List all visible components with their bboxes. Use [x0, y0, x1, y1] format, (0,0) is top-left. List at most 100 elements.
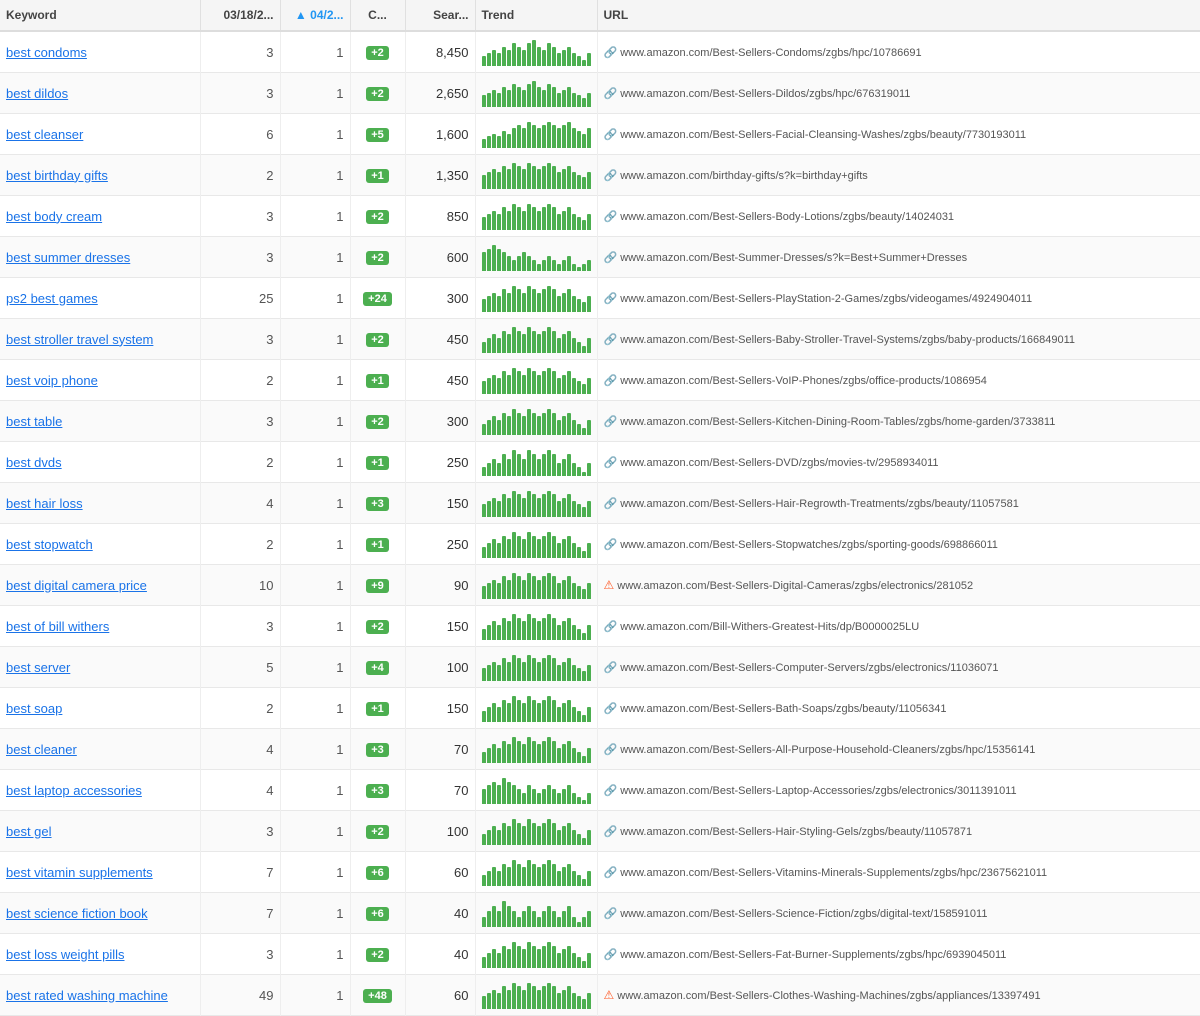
- url-text[interactable]: www.amazon.com/birthday-gifts/s?k=birthd…: [620, 170, 868, 182]
- trend-bar: [527, 491, 531, 517]
- url-text[interactable]: www.amazon.com/Best-Sellers-DVD/zgbs/mov…: [620, 457, 938, 469]
- trend-bar: [587, 748, 591, 763]
- keyword-link[interactable]: best hair loss: [6, 496, 83, 511]
- cur-rank: 1: [280, 73, 350, 114]
- trend-bar: [567, 700, 571, 722]
- url-text[interactable]: www.amazon.com/Best-Sellers-Digital-Came…: [617, 580, 973, 592]
- url-cell: 🔗www.amazon.com/Best-Sellers-Hair-Stylin…: [597, 811, 1200, 852]
- keyword-link[interactable]: best birthday gifts: [6, 168, 108, 183]
- keyword-link[interactable]: best cleanser: [6, 127, 83, 142]
- trend-bar: [547, 163, 551, 189]
- url-text[interactable]: www.amazon.com/Best-Sellers-Science-Fict…: [620, 908, 987, 920]
- trend-bar: [522, 580, 526, 600]
- keyword-link[interactable]: best of bill withers: [6, 619, 109, 634]
- header-trend[interactable]: Trend: [475, 0, 597, 31]
- trend-bar: [507, 621, 511, 640]
- trend-bar: [502, 494, 506, 517]
- change-badge: +5: [366, 128, 389, 142]
- keyword-link[interactable]: best rated washing machine: [6, 988, 168, 1003]
- keyword-link[interactable]: best gel: [6, 824, 52, 839]
- url-text[interactable]: www.amazon.com/Best-Sellers-Bath-Soaps/z…: [620, 703, 946, 715]
- url-text[interactable]: www.amazon.com/Best-Sellers-Body-Lotions…: [620, 211, 954, 223]
- keyword-link[interactable]: best summer dresses: [6, 250, 130, 265]
- trend-bar: [567, 494, 571, 517]
- url-text[interactable]: www.amazon.com/Best-Sellers-All-Purpose-…: [620, 744, 1035, 756]
- url-cell: 🔗www.amazon.com/Best-Sellers-Computer-Se…: [597, 647, 1200, 688]
- header-search[interactable]: Sear...: [405, 0, 475, 31]
- url-text[interactable]: www.amazon.com/Best-Sellers-Vitamins-Min…: [620, 867, 1047, 879]
- trend-bar: [512, 911, 516, 927]
- trend-bar: [542, 331, 546, 353]
- trend-bar: [557, 53, 561, 66]
- cur-rank: 1: [280, 114, 350, 155]
- keyword-link[interactable]: ps2 best games: [6, 291, 98, 306]
- trend-bar: [537, 169, 541, 189]
- trend-bar: [577, 711, 581, 722]
- keyword-link[interactable]: best body cream: [6, 209, 102, 224]
- header-prev[interactable]: 03/18/2...: [200, 0, 280, 31]
- url-text[interactable]: www.amazon.com/Best-Sellers-VoIP-Phones/…: [620, 375, 987, 387]
- change-badge-cell: +6: [350, 893, 405, 934]
- url-text[interactable]: www.amazon.com/Best-Sellers-Computer-Ser…: [620, 662, 998, 674]
- url-cell: 🔗www.amazon.com/Best-Sellers-Baby-Stroll…: [597, 319, 1200, 360]
- url-text[interactable]: www.amazon.com/Best-Sellers-Hair-Regrowt…: [620, 498, 1019, 510]
- url-text[interactable]: www.amazon.com/Bill-Withers-Greatest-Hit…: [620, 621, 919, 633]
- keyword-link[interactable]: best dvds: [6, 455, 62, 470]
- trend-bar: [522, 90, 526, 107]
- url-text[interactable]: www.amazon.com/Best-Sellers-Fat-Burner-S…: [620, 949, 1006, 961]
- keyword-link[interactable]: best laptop accessories: [6, 783, 142, 798]
- url-text[interactable]: www.amazon.com/Best-Sellers-Baby-Strolle…: [620, 334, 1075, 346]
- trend-bar: [547, 906, 551, 927]
- trend-bar: [562, 826, 566, 845]
- trend-bar: [497, 543, 501, 558]
- url-text[interactable]: www.amazon.com/Best-Summer-Dresses/s?k=B…: [620, 252, 967, 264]
- keyword-link[interactable]: best loss weight pills: [6, 947, 125, 962]
- trend-bar: [577, 957, 581, 968]
- header-keyword[interactable]: Keyword: [0, 0, 200, 31]
- url-text[interactable]: www.amazon.com/Best-Sellers-Hair-Styling…: [620, 826, 972, 838]
- keyword-link[interactable]: best dildos: [6, 86, 68, 101]
- trend-bar: [587, 420, 591, 435]
- trend-bar: [537, 793, 541, 804]
- prev-rank: 3: [200, 73, 280, 114]
- url-text[interactable]: www.amazon.com/Best-Sellers-PlayStation-…: [620, 293, 1032, 305]
- trend-cell: [475, 319, 597, 360]
- trend-bar: [497, 296, 501, 312]
- url-text[interactable]: www.amazon.com/Best-Sellers-Laptop-Acces…: [620, 785, 1016, 797]
- keyword-link[interactable]: best digital camera price: [6, 578, 147, 593]
- url-text[interactable]: www.amazon.com/Best-Sellers-Dildos/zgbs/…: [620, 88, 910, 100]
- url-text[interactable]: www.amazon.com/Best-Sellers-Condoms/zgbs…: [620, 47, 921, 59]
- trend-bar: [527, 942, 531, 968]
- change-badge-cell: +1: [350, 688, 405, 729]
- keyword-link[interactable]: best soap: [6, 701, 62, 716]
- keyword-link[interactable]: best table: [6, 414, 62, 429]
- trend-chart: [482, 817, 591, 845]
- trend-bar: [537, 459, 541, 476]
- trend-bar: [502, 47, 506, 67]
- keyword-link[interactable]: best stopwatch: [6, 537, 93, 552]
- trend-bar: [572, 917, 576, 927]
- header-cur[interactable]: ▲ 04/2...: [280, 0, 350, 31]
- prev-rank: 25: [200, 278, 280, 319]
- header-url[interactable]: URL: [597, 0, 1200, 31]
- url-text[interactable]: www.amazon.com/Best-Sellers-Facial-Clean…: [620, 129, 1026, 141]
- trend-bar: [492, 134, 496, 148]
- trend-bar: [532, 331, 536, 353]
- trend-bar: [582, 589, 586, 599]
- keyword-link[interactable]: best stroller travel system: [6, 332, 153, 347]
- keyword-link[interactable]: best cleaner: [6, 742, 77, 757]
- search-volume: 250: [405, 442, 475, 483]
- keyword-link[interactable]: best server: [6, 660, 70, 675]
- keyword-link[interactable]: best voip phone: [6, 373, 98, 388]
- keyword-link[interactable]: best condoms: [6, 45, 87, 60]
- prev-rank: 10: [200, 565, 280, 606]
- keyword-link[interactable]: best vitamin supplements: [6, 865, 153, 880]
- trend-bar: [572, 830, 576, 845]
- url-text[interactable]: www.amazon.com/Best-Sellers-Kitchen-Dini…: [620, 416, 1055, 428]
- trend-cell: [475, 729, 597, 770]
- url-text[interactable]: www.amazon.com/Best-Sellers-Stopwatches/…: [620, 539, 998, 551]
- keyword-link[interactable]: best science fiction book: [6, 906, 148, 921]
- header-change[interactable]: C...: [350, 0, 405, 31]
- url-text[interactable]: www.amazon.com/Best-Sellers-Clothes-Wash…: [617, 990, 1040, 1002]
- prev-rank: 3: [200, 31, 280, 73]
